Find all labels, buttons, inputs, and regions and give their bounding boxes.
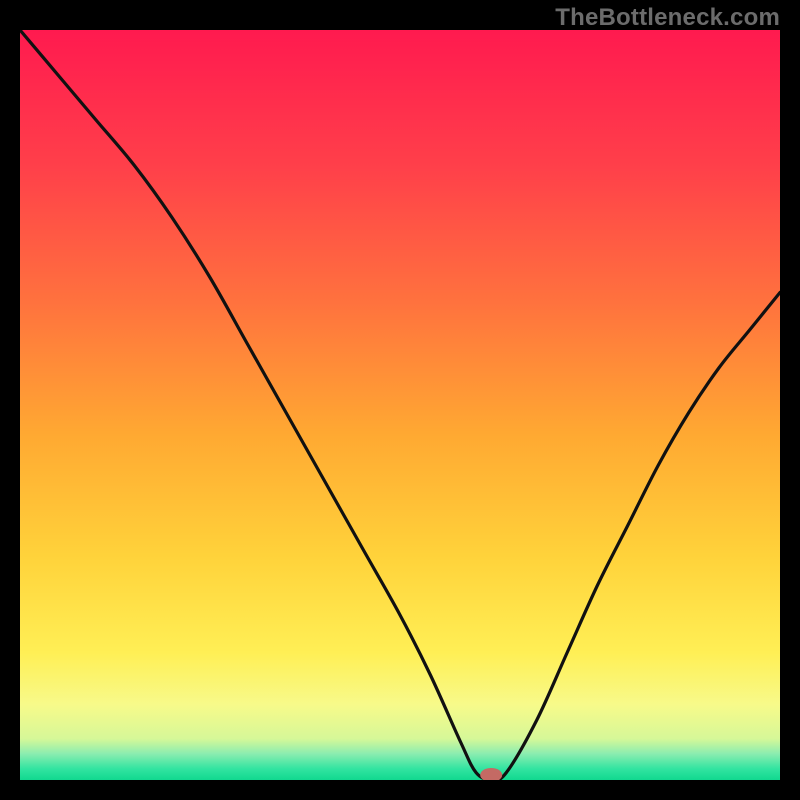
- gradient-background: [20, 30, 780, 780]
- optimal-point-marker: [480, 768, 502, 782]
- watermark-text: TheBottleneck.com: [555, 4, 780, 32]
- chart-stage: TheBottleneck.com: [0, 0, 800, 800]
- chart-svg: [0, 0, 800, 800]
